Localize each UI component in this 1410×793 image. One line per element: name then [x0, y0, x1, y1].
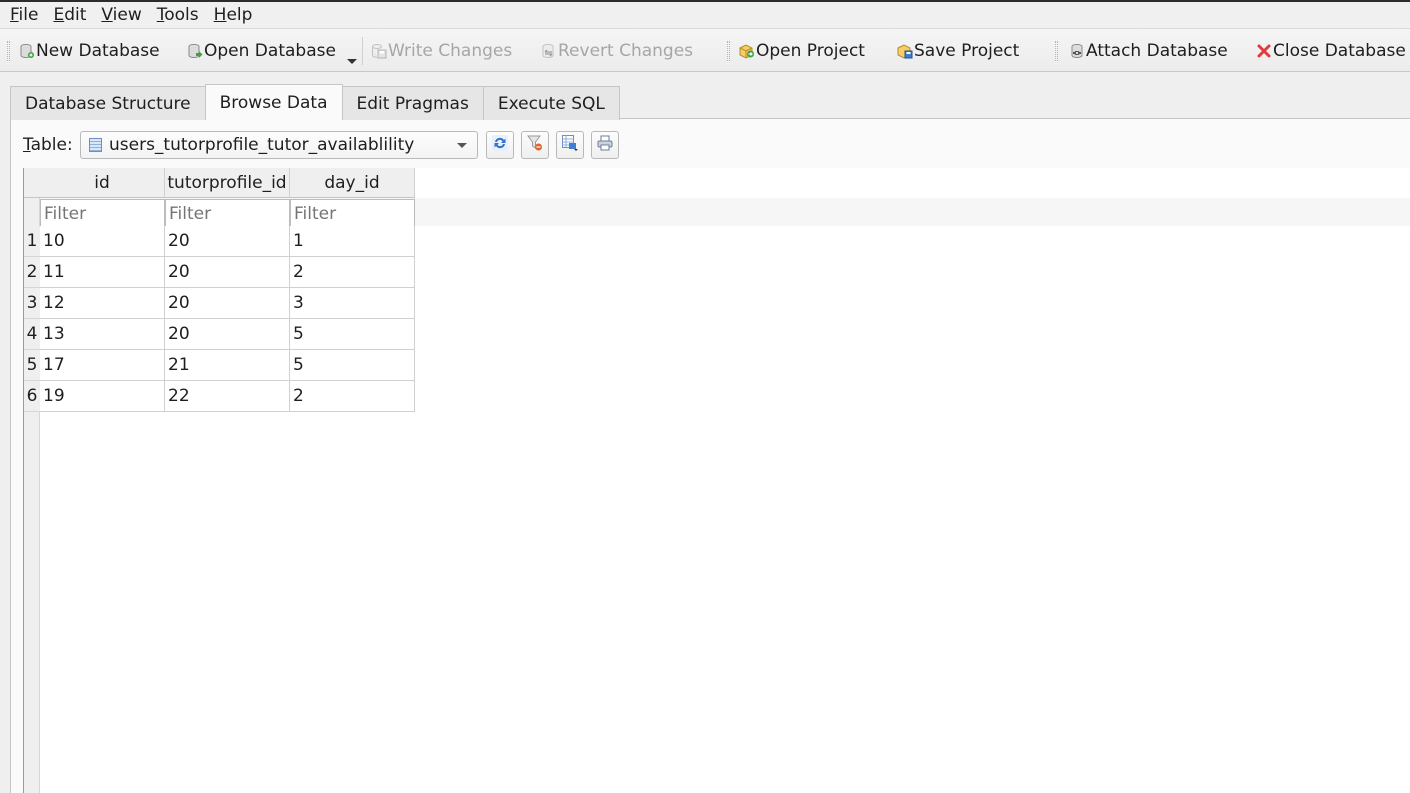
new-database-icon — [19, 43, 35, 59]
table-label: Table: — [23, 135, 73, 155]
row-number[interactable]: 3 — [24, 288, 40, 319]
toolbar-grip[interactable] — [1055, 41, 1058, 61]
open-database-button[interactable]: Open Database — [187, 29, 336, 73]
menubar: File Edit View Tools Help — [0, 2, 1410, 28]
tab-execute-sql[interactable]: Execute SQL — [482, 86, 620, 120]
open-project-button[interactable]: Open Project — [739, 29, 865, 73]
filter-input-tutorprofile-id[interactable] — [165, 199, 290, 227]
cell-day-id[interactable]: 1 — [290, 226, 415, 257]
printer-icon — [596, 134, 614, 157]
menu-help[interactable]: Help — [214, 5, 253, 25]
row-number[interactable]: 4 — [24, 319, 40, 350]
filter-input-id[interactable] — [40, 199, 165, 227]
cell-id[interactable]: 12 — [40, 288, 165, 319]
attach-database-icon — [1069, 43, 1085, 59]
attach-database-button[interactable]: Attach Database — [1069, 29, 1228, 73]
revert-changes-icon — [541, 43, 557, 59]
save-project-button[interactable]: Save Project — [897, 29, 1019, 73]
cell-day-id[interactable]: 5 — [290, 350, 415, 381]
cell-id[interactable]: 13 — [40, 319, 165, 350]
cell-day-id[interactable]: 3 — [290, 288, 415, 319]
clear-filter-icon — [526, 134, 544, 157]
save-table-icon — [561, 134, 579, 157]
cell-id[interactable]: 19 — [40, 381, 165, 412]
data-grid[interactable]: id tutorprofile_id day_id 1 10 20 1 2 11… — [23, 168, 1410, 793]
toolbar-grip[interactable] — [727, 41, 730, 61]
filter-input-day-id[interactable] — [290, 199, 415, 227]
cell-day-id[interactable]: 2 — [290, 257, 415, 288]
row-number[interactable]: 5 — [24, 350, 40, 381]
table-icon — [89, 138, 102, 152]
tab-edit-pragmas[interactable]: Edit Pragmas — [341, 86, 484, 120]
close-database-button[interactable]: Close Database — [1256, 29, 1406, 73]
open-project-icon — [739, 43, 755, 59]
column-header-tutorprofile-id[interactable]: tutorprofile_id — [165, 168, 290, 198]
main-toolbar: New Database Open Database Write Changes… — [0, 28, 1410, 72]
tab-database-structure[interactable]: Database Structure — [10, 86, 206, 120]
tab-browse-data[interactable]: Browse Data — [204, 84, 343, 120]
menu-edit[interactable]: Edit — [53, 5, 86, 25]
column-header-day-id[interactable]: day_id — [290, 168, 415, 198]
refresh-button[interactable] — [486, 131, 514, 159]
open-database-dropdown-arrow[interactable] — [347, 59, 357, 64]
cell-tutorprofile-id[interactable]: 22 — [165, 381, 290, 412]
clear-filters-button[interactable] — [521, 131, 549, 159]
write-changes-button[interactable]: Write Changes — [371, 29, 512, 73]
cell-day-id[interactable]: 5 — [290, 319, 415, 350]
save-project-icon — [897, 43, 913, 59]
cell-tutorprofile-id[interactable]: 21 — [165, 350, 290, 381]
corner-header[interactable] — [24, 168, 40, 198]
menu-tools[interactable]: Tools — [157, 5, 199, 25]
close-icon — [1256, 43, 1272, 59]
refresh-icon — [491, 134, 509, 157]
menu-view[interactable]: View — [101, 5, 141, 25]
cell-tutorprofile-id[interactable]: 20 — [165, 257, 290, 288]
cell-id[interactable]: 10 — [40, 226, 165, 257]
revert-changes-button[interactable]: Revert Changes — [541, 29, 693, 73]
table-select[interactable]: users_tutorprofile_tutor_availablility — [80, 131, 478, 159]
cell-tutorprofile-id[interactable]: 20 — [165, 226, 290, 257]
chevron-down-icon — [457, 143, 467, 148]
row-number[interactable]: 1 — [24, 226, 40, 257]
row-number[interactable]: 6 — [24, 381, 40, 412]
menu-file[interactable]: File — [10, 5, 38, 25]
cell-id[interactable]: 17 — [40, 350, 165, 381]
cell-tutorprofile-id[interactable]: 20 — [165, 319, 290, 350]
print-button[interactable] — [591, 131, 619, 159]
main-tabs: Database Structure Browse Data Edit Prag… — [10, 84, 620, 120]
column-header-id[interactable]: id — [40, 168, 165, 198]
toolbar-grip[interactable] — [7, 41, 10, 61]
cell-tutorprofile-id[interactable]: 20 — [165, 288, 290, 319]
row-number[interactable]: 2 — [24, 257, 40, 288]
open-database-icon — [187, 43, 203, 59]
new-database-button[interactable]: New Database — [19, 29, 160, 73]
toolbar-separator — [362, 37, 363, 65]
write-changes-icon — [371, 43, 387, 59]
cell-id[interactable]: 11 — [40, 257, 165, 288]
save-table-as-button[interactable] — [556, 131, 584, 159]
cell-day-id[interactable]: 2 — [290, 381, 415, 412]
